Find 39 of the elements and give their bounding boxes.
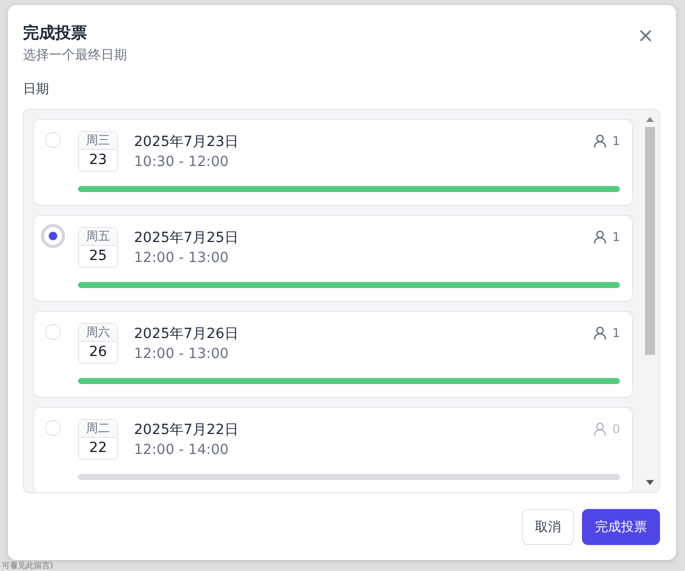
vote-count: 1 (612, 326, 620, 340)
background-text: 可看见此留言) (2, 561, 54, 570)
time-text: 12:00 - 14:00 (134, 441, 230, 460)
cancel-button[interactable]: 取消 (522, 509, 574, 545)
person-icon (593, 134, 608, 148)
person-icon (593, 230, 608, 244)
day-number: 26 (88, 343, 108, 362)
radio-button[interactable] (45, 324, 61, 340)
date-text: 2025年7月22日 (134, 421, 240, 440)
date-text: 2025年7月26日 (134, 325, 240, 344)
vote-count: 0 (612, 422, 620, 436)
weekday-label: 周二 (79, 420, 117, 438)
confirm-button[interactable]: 完成投票 (582, 509, 660, 545)
day-number: 22 (88, 439, 108, 458)
dialog-title: 完成投票 (23, 23, 88, 43)
option-card[interactable]: 周六 26 2025年7月26日 12:00 - 13:00 1 (33, 311, 633, 398)
option-card[interactable]: 周五 25 2025年7月25日 12:00 - 13:00 1 (33, 215, 633, 302)
dialog-subtitle: 选择一个最终日期 (23, 47, 127, 65)
day-number: 23 (88, 151, 108, 170)
time-text: 12:00 - 13:00 (134, 345, 230, 364)
vote-count: 1 (612, 134, 620, 148)
field-label: 日期 (23, 81, 50, 99)
person-icon (593, 326, 608, 340)
close-button[interactable]: × (631, 25, 660, 45)
weekday-label: 周三 (79, 132, 117, 150)
time-text: 12:00 - 13:00 (134, 249, 230, 268)
radio-button[interactable] (45, 420, 61, 436)
date-text: 2025年7月23日 (134, 133, 240, 152)
weekday-label: 周六 (79, 324, 117, 342)
vote-count: 1 (612, 230, 620, 244)
person-icon (593, 422, 608, 436)
weekday-label: 周五 (79, 228, 117, 246)
time-text: 10:30 - 12:00 (134, 153, 230, 172)
option-card[interactable]: 周三 23 2025年7月23日 10:30 - 12:00 1 (33, 119, 633, 206)
date-text: 2025年7月25日 (134, 229, 240, 248)
day-number: 25 (88, 247, 108, 266)
radio-button[interactable] (41, 224, 65, 248)
option-card[interactable]: 周二 22 2025年7月22日 12:00 - 14:00 0 (33, 407, 633, 492)
radio-button[interactable] (45, 132, 61, 148)
